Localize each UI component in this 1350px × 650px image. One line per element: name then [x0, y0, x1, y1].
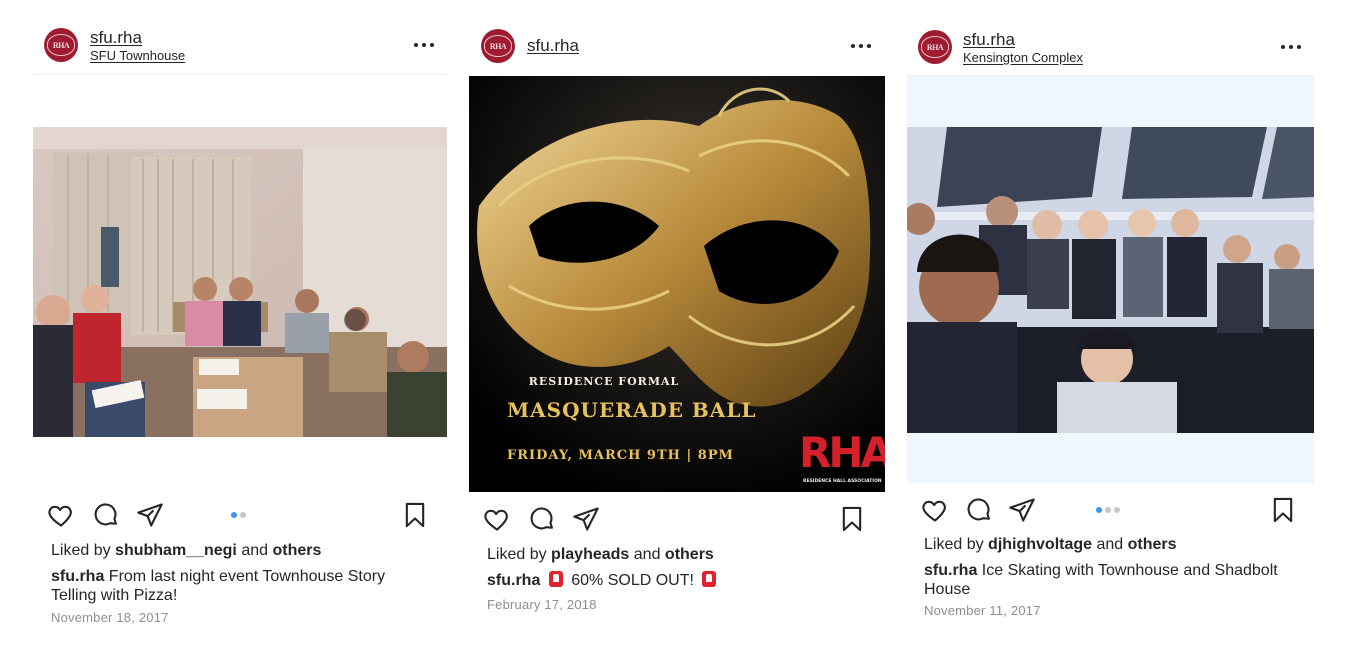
carousel-indicator [231, 512, 246, 518]
post-caption: sfu.rha 60% SOLD OUT! [487, 571, 867, 590]
post-username[interactable]: sfu.rha [527, 36, 579, 56]
post-username[interactable]: sfu.rha [963, 30, 1015, 50]
liked-by-user[interactable]: djhighvoltage [988, 536, 1092, 553]
avatar[interactable]: RHA [481, 29, 515, 63]
liked-by-others[interactable]: others [272, 542, 321, 559]
liked-by-and: and [633, 546, 661, 563]
room-photo-illustration [33, 127, 447, 437]
liked-by-user[interactable]: playheads [551, 546, 629, 563]
more-options-icon[interactable] [1281, 42, 1301, 52]
heart-icon[interactable] [47, 501, 75, 529]
header-divider [33, 74, 447, 75]
post-caption: sfu.rha Ice Skating with Townhouse and S… [924, 561, 1299, 599]
share-icon[interactable] [1008, 496, 1036, 524]
carousel-dot [1114, 507, 1120, 513]
bookmark-icon[interactable] [401, 501, 429, 529]
avatar-logo: RHA [921, 36, 949, 58]
post-photo[interactable] [907, 127, 1314, 433]
liked-by-line: Liked by shubham__negi and others [51, 542, 321, 560]
liked-by-line: Liked by djhighvoltage and others [924, 536, 1177, 554]
carousel-dot-active [1096, 507, 1102, 513]
poster-logo-sub: RESIDENCE HALL ASSOCIATION [803, 479, 882, 484]
carousel-dot [240, 512, 246, 518]
share-icon[interactable] [572, 505, 600, 533]
poster-date: FRIDAY, MARCH 9TH | 8PM [507, 448, 734, 463]
avatar-logo: RHA [484, 35, 512, 57]
bookmark-icon[interactable] [838, 505, 866, 533]
siren-emoji-icon [702, 571, 717, 587]
liked-by-others[interactable]: others [665, 546, 714, 563]
post-date[interactable]: November 11, 2017 [924, 603, 1041, 618]
post-date[interactable]: February 17, 2018 [487, 597, 597, 612]
post-location[interactable]: Kensington Complex [963, 50, 1083, 65]
carousel-dot-active [231, 512, 237, 518]
carousel-indicator [1096, 507, 1120, 513]
post-photo-frame [907, 76, 1314, 483]
liked-by-user[interactable]: shubham__negi [115, 542, 237, 559]
poster-logo: RHA [799, 428, 885, 477]
post-poster[interactable]: RESIDENCE FORMAL MASQUERADE BALL FRIDAY,… [469, 76, 885, 492]
liked-by-and: and [1096, 536, 1124, 553]
liked-by-prefix: Liked by [51, 542, 111, 559]
post-location[interactable]: SFU Townhouse [90, 48, 185, 63]
comment-icon[interactable] [92, 501, 120, 529]
heart-icon[interactable] [921, 496, 949, 524]
heart-icon[interactable] [483, 505, 511, 533]
avatar[interactable]: RHA [918, 30, 952, 64]
liked-by-prefix: Liked by [487, 546, 547, 563]
poster-subtitle: RESIDENCE FORMAL [528, 375, 680, 388]
caption-text: 60% SOLD OUT! [571, 572, 694, 589]
poster-title: MASQUERADE BALL [507, 398, 757, 422]
caption-username[interactable]: sfu.rha [924, 562, 977, 579]
post-username[interactable]: sfu.rha [90, 28, 142, 48]
post-photo[interactable] [33, 127, 447, 437]
post-caption: sfu.rha From last night event Townhouse … [51, 567, 411, 605]
more-options-icon[interactable] [414, 40, 434, 50]
avatar[interactable]: RHA [44, 28, 78, 62]
comment-icon[interactable] [528, 505, 556, 533]
liked-by-and: and [241, 542, 269, 559]
caption-text: Ice Skating with Townhouse and Shadbolt … [924, 562, 1278, 598]
liked-by-others[interactable]: others [1128, 536, 1177, 553]
comment-icon[interactable] [965, 496, 993, 524]
liked-by-line: Liked by playheads and others [487, 546, 714, 564]
bookmark-icon[interactable] [1269, 496, 1297, 524]
caption-username[interactable]: sfu.rha [51, 568, 104, 585]
group-selfie-illustration [907, 127, 1314, 433]
siren-emoji-icon [548, 571, 563, 587]
caption-username[interactable]: sfu.rha [487, 572, 540, 589]
avatar-logo: RHA [47, 34, 75, 56]
more-options-icon[interactable] [851, 41, 871, 51]
share-icon[interactable] [136, 501, 164, 529]
post-date[interactable]: November 18, 2017 [51, 610, 169, 625]
liked-by-prefix: Liked by [924, 536, 984, 553]
carousel-dot [1105, 507, 1111, 513]
